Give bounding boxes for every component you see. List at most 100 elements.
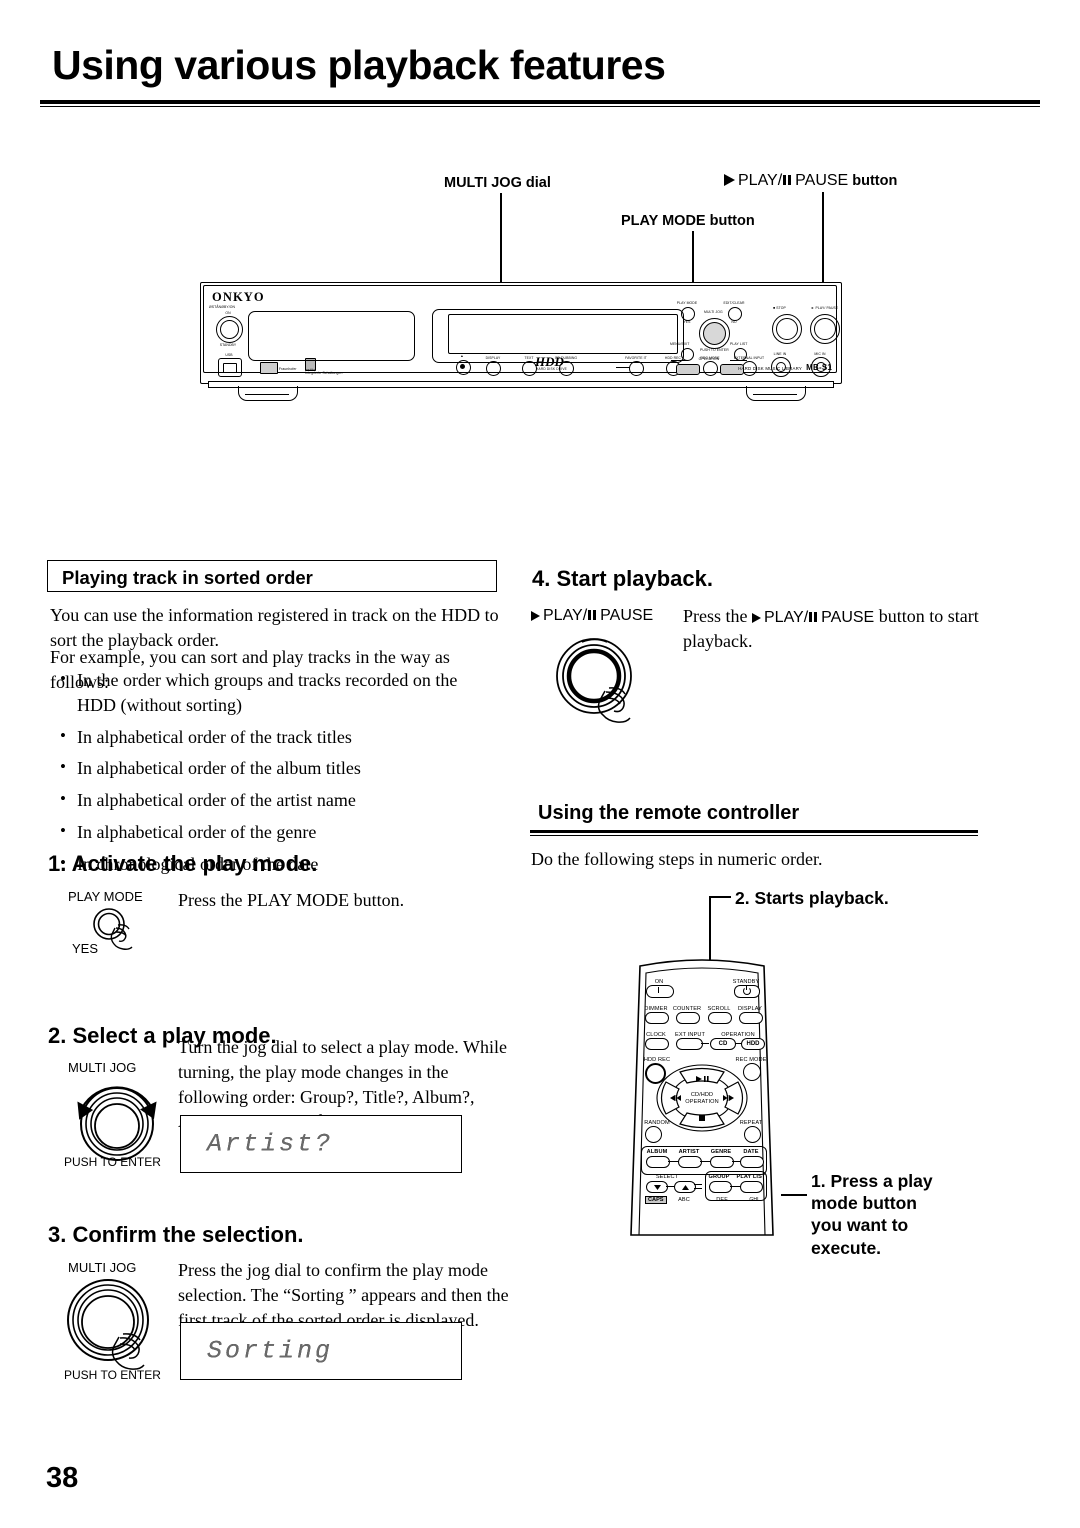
remote-album-button[interactable] <box>646 1156 670 1168</box>
remote-label-date: DATE <box>743 1149 759 1155</box>
label-no-unit: NO <box>731 320 737 324</box>
edit-clear-button[interactable] <box>728 307 742 321</box>
label-play-mode-unit: PLAY MODE <box>676 301 698 305</box>
select-link-2 <box>694 1184 702 1185</box>
power-label-standby-on: ØSTÅNØBY/ON <box>209 305 236 309</box>
label-cd-dubbing: CD DUBBING <box>554 356 578 360</box>
fraunhofer-label-1: Fraunhofer <box>279 367 297 371</box>
remote-callout-1: 1. Press a play mode button you want to … <box>811 1171 933 1258</box>
remote-section-heading: Using the remote controller <box>538 802 800 824</box>
callout-play-pause-button: PLAY/PAUSE button <box>724 172 897 190</box>
pause-bars-icon <box>809 604 819 629</box>
group-link <box>730 1186 740 1187</box>
remote-label-artist: ARTIST <box>678 1149 700 1155</box>
play-mode-button-unit[interactable] <box>681 307 695 321</box>
remote-genre-button[interactable] <box>710 1156 734 1168</box>
remote-random-button[interactable] <box>645 1126 662 1143</box>
favorite-button[interactable] <box>629 361 644 376</box>
page-number: 38 <box>46 1462 79 1494</box>
stop-knob-inner <box>776 318 798 340</box>
label-mic-in: MIC IN <box>814 352 826 356</box>
remote-label-operation-2: OPERATION <box>685 1099 719 1105</box>
step-4-text: Press the PLAY/PAUSE button to start pla… <box>683 604 979 652</box>
operation-rule-right <box>730 360 747 361</box>
operation-cd-button[interactable] <box>676 364 700 375</box>
label-text: TEXT <box>524 356 534 360</box>
label-display: DISPLAY <box>485 356 501 360</box>
list-item: In the order which groups and tracks rec… <box>50 667 500 718</box>
step-4-heading: 4. Start playback. <box>532 566 713 591</box>
remote-label-cd-hdd: CD/HDD <box>690 1092 714 1098</box>
remote-section-rule <box>530 830 978 833</box>
label-play-list-unit: PLAY LIST <box>730 342 748 346</box>
remote-label-random: RANDOM <box>644 1120 670 1126</box>
remote-callout-2: 2. Starts playback. <box>735 888 889 908</box>
onkyo-brand-logo: ONKYO <box>212 290 265 304</box>
title-rule-thin <box>40 106 1040 107</box>
remote-controller-illustration: ON STANDBY DIMMER COUNTER SCROLL DISPLAY… <box>612 952 792 1236</box>
select-link-3 <box>694 1188 702 1189</box>
remote-group-button[interactable] <box>709 1181 732 1193</box>
step-1-button-label: PLAY MODE <box>68 889 143 904</box>
device-base <box>208 381 834 388</box>
remote-repeat-button[interactable] <box>744 1126 761 1143</box>
play-pause-knob-inner <box>814 318 836 340</box>
page-title: Using various playback features <box>52 42 666 88</box>
multi-jog-dial-inner <box>703 322 726 345</box>
list-item: In alphabetical order of the track title… <box>50 724 500 750</box>
remote-caps-button[interactable]: CAPS <box>645 1196 667 1204</box>
remote-label-album: ALBUM <box>646 1149 668 1155</box>
list-item: In alphabetical order of the album title… <box>50 755 500 781</box>
label-edit-clear: EDIT/CLEAR <box>723 301 745 305</box>
remote-play-list-button[interactable] <box>740 1181 763 1193</box>
remote-select-up-button[interactable] <box>674 1181 696 1193</box>
label-line-in: LINE IN <box>773 352 787 356</box>
step-1-heading: 1. Activate the play mode. <box>48 851 318 876</box>
fraunhofer-label-3: Integrierte Schaltungen <box>305 371 343 375</box>
select-link-1 <box>666 1186 674 1187</box>
remote-label-group: GROUP <box>708 1174 730 1180</box>
remote-label-abc: ABC <box>678 1197 690 1203</box>
remote-artist-button[interactable] <box>678 1156 702 1168</box>
device-foot-right <box>746 386 806 401</box>
callout-multi-jog-dial: MULTI JOG dial <box>444 175 551 191</box>
step-2-dial-sub: PUSH TO ENTER <box>64 1155 161 1169</box>
cd-dubbing-button[interactable] <box>559 361 574 376</box>
text-button[interactable] <box>522 361 537 376</box>
callout-play-mode-button: PLAY MODE button <box>621 213 755 229</box>
step-4-button-label: PLAY/PAUSE <box>531 607 653 625</box>
label-operation-unit: OPERATION <box>698 357 720 361</box>
device-front-panel-illustration: ONKYO ØSTÅNØBY/ON ON STANDBY USB Fraunho… <box>200 282 842 402</box>
mode-link-3 <box>732 1161 740 1162</box>
list-item: In alphabetical order of the artist name <box>50 787 500 813</box>
step-1-button-sub: YES <box>72 941 99 956</box>
rec-mode-button[interactable] <box>703 361 718 376</box>
remote-date-button[interactable] <box>740 1156 764 1168</box>
remote-select-down-button[interactable] <box>646 1181 668 1193</box>
model-description: HARD DISK MUSIC LIBRARY <box>738 366 802 371</box>
play-pause-knob-illustration <box>556 638 632 723</box>
usb-label: USB <box>225 353 233 357</box>
label-push-to-enter-unit: PUSH TO ENTER <box>700 348 729 352</box>
display-button[interactable] <box>486 361 501 376</box>
label-yes-unit: YES <box>683 320 691 324</box>
remote-callout-2-leader-h <box>709 896 731 898</box>
device-foot-left <box>238 386 298 401</box>
manual-page: Using various playback features MULTI JO… <box>0 0 1080 1528</box>
compact-disc-logo <box>260 362 278 374</box>
eject-icon: ▲ <box>460 354 464 358</box>
display-window <box>448 314 678 354</box>
lcd-text-artist: Artist? <box>207 1129 334 1159</box>
remote-label-play-list: PLAY LIST <box>736 1174 766 1180</box>
usb-port-inner <box>223 363 237 373</box>
label-play-pause-unit: ► PLAY/ PAUSE <box>811 306 839 310</box>
step-3-dial-sub: PUSH TO ENTER <box>64 1368 161 1382</box>
section-box-heading: Playing track in sorted order <box>47 560 497 592</box>
label-favorite: FAVORITE IT <box>625 356 647 360</box>
remote-label-genre: GENRE <box>710 1149 732 1155</box>
disc-tray-door[interactable] <box>248 311 415 361</box>
favorite-dash <box>616 367 630 369</box>
remote-label-select: SELECT <box>655 1174 679 1180</box>
power-label-standby: STANDBY <box>219 343 237 347</box>
play-triangle-icon <box>724 174 735 186</box>
